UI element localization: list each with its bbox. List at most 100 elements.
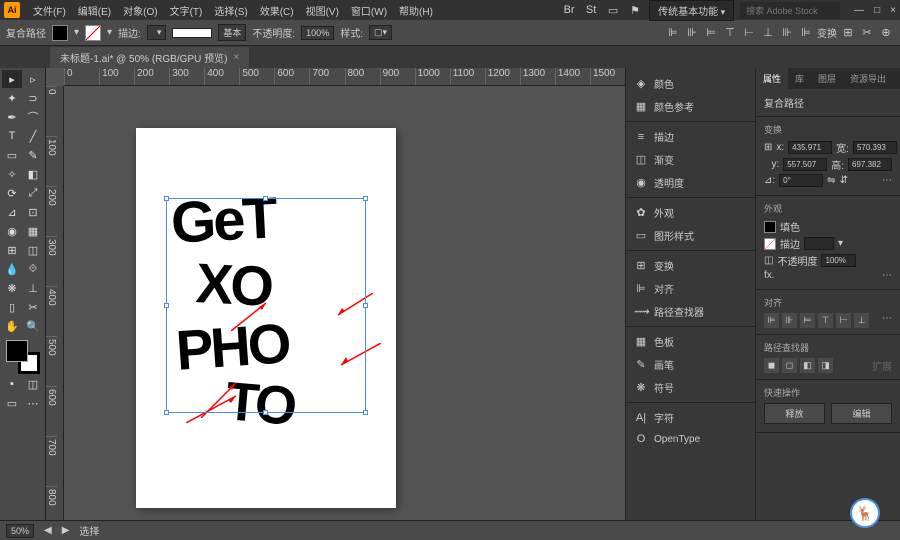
tab-properties[interactable]: 属性 xyxy=(756,68,788,89)
align-l[interactable]: ⊫ xyxy=(764,313,779,328)
nav-next-icon[interactable]: ▶ xyxy=(62,525,70,536)
fill-color[interactable] xyxy=(6,340,28,362)
brush-tool[interactable]: ✎ xyxy=(23,146,43,164)
gpu-icon[interactable]: ⚑ xyxy=(627,2,643,18)
panel-色板[interactable]: ▦色板 xyxy=(626,330,755,353)
panel-符号[interactable]: ❋符号 xyxy=(626,376,755,399)
tab-export[interactable]: 资源导出 xyxy=(843,68,893,89)
align-center-icon[interactable]: ⊪ xyxy=(684,25,700,41)
artboard-tool[interactable]: ▯ xyxy=(2,298,22,316)
minimize-button[interactable]: — xyxy=(854,5,864,16)
zoom-tool[interactable]: 🔍 xyxy=(23,317,43,335)
more-icon[interactable]: ⊕ xyxy=(878,25,894,41)
y-input[interactable] xyxy=(783,158,827,171)
release-button[interactable]: 释放 xyxy=(764,403,825,424)
isolate-icon[interactable]: ✂ xyxy=(859,25,875,41)
floating-badge[interactable]: 🦌 xyxy=(850,498,880,528)
magic-wand-tool[interactable]: ✦ xyxy=(2,89,22,107)
pen-tool[interactable]: ✒ xyxy=(2,108,22,126)
scale-tool[interactable]: ⤢ xyxy=(23,184,43,202)
menu-object[interactable]: 对象(O) xyxy=(118,1,162,20)
x-input[interactable] xyxy=(788,141,832,154)
pf-intersect[interactable]: ◧ xyxy=(800,358,815,373)
edit-toolbar[interactable]: ⋯ xyxy=(23,394,43,412)
tab-close-icon[interactable]: × xyxy=(233,52,239,63)
hand-tool[interactable]: ✋ xyxy=(2,317,22,335)
menu-select[interactable]: 选择(S) xyxy=(209,1,252,20)
rotate-tool[interactable]: ⟳ xyxy=(2,184,22,202)
rectangle-tool[interactable]: ▭ xyxy=(2,146,22,164)
fx-button[interactable]: fx. xyxy=(764,270,775,281)
search-input[interactable]: 搜索 Adobe Stock xyxy=(740,2,840,19)
brush-def[interactable]: 基本 xyxy=(218,24,246,41)
stroke-dd-icon[interactable]: ▾ xyxy=(107,27,112,38)
transform-label[interactable]: 变换 xyxy=(817,25,837,41)
handle-ne[interactable] xyxy=(363,196,368,201)
lasso-tool[interactable]: ⊃ xyxy=(23,89,43,107)
handle-nw[interactable] xyxy=(164,196,169,201)
eraser-tool[interactable]: ◧ xyxy=(23,165,43,183)
stroke-swatch[interactable] xyxy=(85,25,101,41)
pf-minus[interactable]: ◻ xyxy=(782,358,797,373)
pf-exclude[interactable]: ◨ xyxy=(818,358,833,373)
edit-button[interactable]: 编辑 xyxy=(831,403,892,424)
angle-input[interactable] xyxy=(779,174,823,187)
handle-e[interactable] xyxy=(363,303,368,308)
w-input[interactable] xyxy=(853,141,897,154)
fill-stroke-swatch[interactable] xyxy=(6,340,40,374)
panel-颜色[interactable]: ◈颜色 xyxy=(626,72,755,95)
bridge-icon[interactable]: Br xyxy=(561,2,577,18)
panel-外观[interactable]: ✿外观 xyxy=(626,201,755,224)
zoom-level[interactable]: 50% xyxy=(6,524,34,538)
align-mid-icon[interactable]: ⊢ xyxy=(741,25,757,41)
panel-字符[interactable]: A|字符 xyxy=(626,406,755,429)
maximize-button[interactable]: □ xyxy=(874,5,880,16)
panel-对齐[interactable]: ⊫对齐 xyxy=(626,277,755,300)
more-align-icon[interactable]: ⋯ xyxy=(882,313,892,328)
align-left-icon[interactable]: ⊫ xyxy=(665,25,681,41)
gradient-tool[interactable]: ◫ xyxy=(23,241,43,259)
symbol-sprayer-tool[interactable]: ❋ xyxy=(2,279,22,297)
graph-tool[interactable]: ⊥ xyxy=(23,279,43,297)
panel-OpenType[interactable]: OOpenType xyxy=(626,429,755,449)
align-t[interactable]: ⊤ xyxy=(818,313,833,328)
handle-s[interactable] xyxy=(263,410,268,415)
more-appearance-icon[interactable]: ⋯ xyxy=(882,270,892,281)
panel-画笔[interactable]: ✎画笔 xyxy=(626,353,755,376)
panel-透明度[interactable]: ◉透明度 xyxy=(626,171,755,194)
more-options-icon[interactable]: ⋯ xyxy=(882,175,892,186)
workspace-switcher[interactable]: 传统基本功能 ▾ xyxy=(649,0,734,21)
menu-effect[interactable]: 效果(C) xyxy=(255,1,299,20)
shape-builder-tool[interactable]: ◉ xyxy=(2,222,22,240)
stock-icon[interactable]: St xyxy=(583,2,599,18)
align-c[interactable]: ⊪ xyxy=(782,313,797,328)
align-top-icon[interactable]: ⊤ xyxy=(722,25,738,41)
flip-v-icon[interactable]: ⇵ xyxy=(840,175,848,186)
perspective-tool[interactable]: ▦ xyxy=(23,222,43,240)
mesh-tool[interactable]: ⊞ xyxy=(2,241,22,259)
menu-view[interactable]: 视图(V) xyxy=(301,1,344,20)
stroke-w-input[interactable] xyxy=(804,237,834,250)
panel-渐变[interactable]: ◫渐变 xyxy=(626,148,755,171)
width-tool[interactable]: ⊿ xyxy=(2,203,22,221)
menu-help[interactable]: 帮助(H) xyxy=(394,1,438,20)
color-mode[interactable]: ▪ xyxy=(2,375,22,393)
tab-libraries[interactable]: 库 xyxy=(788,68,811,89)
align-r[interactable]: ⊨ xyxy=(800,313,815,328)
canvas[interactable]: 0100200300400500600700800900100011001200… xyxy=(46,68,625,520)
h-input[interactable] xyxy=(848,158,892,171)
handle-se[interactable] xyxy=(363,410,368,415)
align-m[interactable]: ⊢ xyxy=(836,313,851,328)
panel-描边[interactable]: ≡描边 xyxy=(626,125,755,148)
dist-v-icon[interactable]: ⊫ xyxy=(798,25,814,41)
arrange-icon[interactable]: ▭ xyxy=(605,2,621,18)
anchor-widget[interactable]: ⊞ xyxy=(764,142,772,153)
gradient-mode[interactable]: ◫ xyxy=(23,375,43,393)
blend-tool[interactable]: ⟐ xyxy=(23,260,43,278)
close-button[interactable]: × xyxy=(890,5,896,16)
align-right-icon[interactable]: ⊨ xyxy=(703,25,719,41)
tab-layers[interactable]: 图层 xyxy=(811,68,843,89)
dist-h-icon[interactable]: ⊪ xyxy=(779,25,795,41)
flip-h-icon[interactable]: ⇋ xyxy=(827,175,835,186)
slice-tool[interactable]: ✂ xyxy=(23,298,43,316)
